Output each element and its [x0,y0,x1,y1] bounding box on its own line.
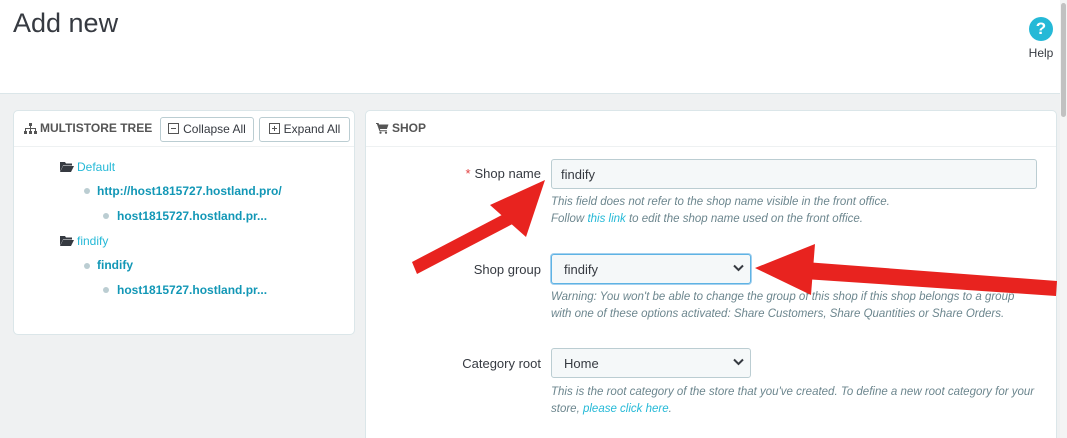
tree-heading-text: MULTISTORE TREE [40,121,153,135]
tree-item-domain[interactable]: host1815727.hostland.pr... [117,209,267,223]
tree-bullet [103,213,109,219]
shop-name-help-line2: Follow this link to edit the shop name u… [551,211,1031,228]
category-root-help: This is the root category of the store t… [551,384,1036,418]
question-icon: ? [1029,17,1053,41]
plus-square-icon [268,123,280,134]
help-text-pre: Follow [551,213,588,225]
shop-name-help: This field does not refer to the shop na… [551,194,1031,228]
shop-name-label: * Shop name [361,166,541,181]
tree-item-shop-url[interactable]: http://host1815727.hostland.pro/ [97,184,282,198]
shop-name-input[interactable] [551,159,1037,189]
shop-group-value: findify [564,262,598,277]
tree-item-shop[interactable]: findify [97,258,133,272]
shop-group-help: Warning: You won't be able to change the… [551,291,1015,320]
help-button[interactable]: ? Help [1022,17,1060,60]
tree-group-label: Default [77,160,116,174]
category-root-label: Category root [462,356,541,371]
page-header: Add new ? Help [0,0,1067,94]
folder-open-icon [60,236,74,246]
shop-heading-text: SHOP [392,121,427,135]
shop-name-help-line1: This field does not refer to the shop na… [551,196,890,208]
page-title: Add new [13,8,119,38]
chevron-down-icon [733,264,744,272]
shop-group-select[interactable]: findify [551,254,751,284]
help-text-post: . [668,403,672,415]
tree-group-default[interactable]: Default [60,160,115,174]
multistore-tree-panel: MULTISTORE TREE Collapse All Expand All … [13,110,355,335]
scrollbar-thumb[interactable] [1061,3,1066,117]
required-asterisk: * [465,166,471,181]
collapse-all-button[interactable]: Collapse All [160,117,254,142]
category-root-select[interactable]: Home [551,348,751,378]
please-click-here-link[interactable]: please click here [583,403,669,415]
tree-panel-title: MULTISTORE TREE [24,121,152,135]
expand-all-label: Expand All [283,122,341,136]
sitemap-icon [24,123,37,134]
shop-panel-heading: SHOP [366,111,1056,147]
tree-item-domain[interactable]: host1815727.hostland.pr... [117,283,267,297]
tree-panel-heading: MULTISTORE TREE Collapse All Expand All [14,111,354,147]
tree-group-findify[interactable]: findify [60,234,108,248]
help-text-post: to edit the shop name used on the front … [625,213,863,225]
tree-group-label: findify [77,234,109,248]
cart-icon [375,123,389,134]
shop-group-label: Shop group [473,262,541,277]
expand-all-button[interactable]: Expand All [259,117,350,142]
category-root-value: Home [564,356,599,371]
shop-panel-title: SHOP [375,121,427,135]
this-link[interactable]: this link [587,213,625,225]
minus-square-icon [168,123,180,134]
shop-name-label-text: Shop name [474,166,542,181]
chevron-down-icon [733,358,744,366]
tree-bullet [103,287,109,293]
folder-open-icon [60,162,74,172]
collapse-all-label: Collapse All [183,122,246,136]
tree-bullet [84,188,90,194]
tree-bullet [84,263,90,269]
help-label: Help [1028,46,1054,60]
